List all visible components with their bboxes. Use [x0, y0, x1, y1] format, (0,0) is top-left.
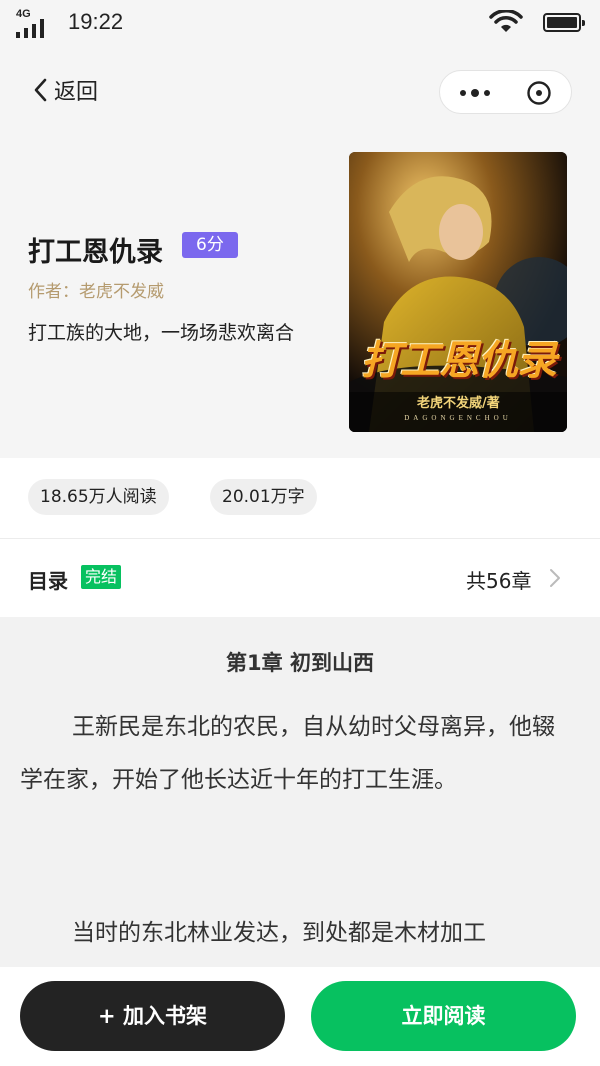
- score-badge: 6分: [182, 232, 238, 258]
- toc-label: 目录: [28, 569, 68, 593]
- more-icon[interactable]: [455, 71, 495, 115]
- bottom-action-bar: + 加入书架 立即阅读: [0, 967, 600, 1066]
- status-time: 19:22: [68, 9, 124, 34]
- book-cover[interactable]: 打工恩仇录 老虎不发威/著 DAGONGENCHOU: [349, 152, 567, 432]
- wifi-icon: [489, 10, 523, 32]
- cover-title: 打工恩仇录: [361, 338, 557, 384]
- read-now-button[interactable]: 立即阅读: [311, 981, 576, 1051]
- author-line: 作者：老虎不发威: [28, 282, 164, 302]
- chapter-title: 第1章 初到山西: [226, 651, 374, 675]
- chapter-preview: 第1章 初到山西 王新民是东北的农民，自从幼时父母离异，他辍学在家，开始了他长达…: [0, 617, 600, 967]
- navigation-bar: 返回: [0, 46, 600, 136]
- add-to-shelf-button[interactable]: + 加入书架: [20, 981, 285, 1051]
- status-bar: 4G 19:22: [0, 0, 600, 46]
- table-of-contents-row[interactable]: 目录 完结 共56章: [0, 539, 600, 617]
- chevron-right-icon: [550, 569, 560, 587]
- cover-art: [349, 152, 567, 432]
- cover-pinyin: DAGONGENCHOU: [404, 414, 512, 422]
- chevron-left-icon: [34, 78, 47, 102]
- back-button[interactable]: 返回: [32, 74, 98, 106]
- back-label: 返回: [54, 80, 99, 105]
- word-count-chip: 20.01万字: [210, 479, 317, 515]
- cover-author: 老虎不发威/著: [417, 396, 500, 411]
- book-intro: 打工族的大地，一场场悲欢离合: [28, 322, 295, 344]
- reader-count-chip: 18.65万人阅读: [28, 479, 169, 515]
- close-icon[interactable]: [526, 80, 552, 106]
- paragraph: 当时的东北林业发达，到处都是木材加工: [72, 920, 486, 946]
- book-stats: 18.65万人阅读 20.01万字: [0, 458, 600, 538]
- battery-icon: [543, 13, 585, 32]
- book-title: 打工恩仇录: [28, 237, 163, 268]
- cellular-signal-icon: 4G: [16, 8, 50, 40]
- chapter-count: 共56章: [466, 569, 532, 593]
- completion-badge: 完结: [81, 565, 122, 589]
- book-header: 打工恩仇录 6分 作者：老虎不发威 打工族的大地，一场场悲欢离合 打工恩仇录 老…: [0, 136, 600, 458]
- mini-program-capsule: [439, 70, 572, 114]
- paragraph: 王新民是东北的农民，自从幼时父母离异，他辍学在家，开始了他长达近十年的打工生涯。: [20, 714, 555, 793]
